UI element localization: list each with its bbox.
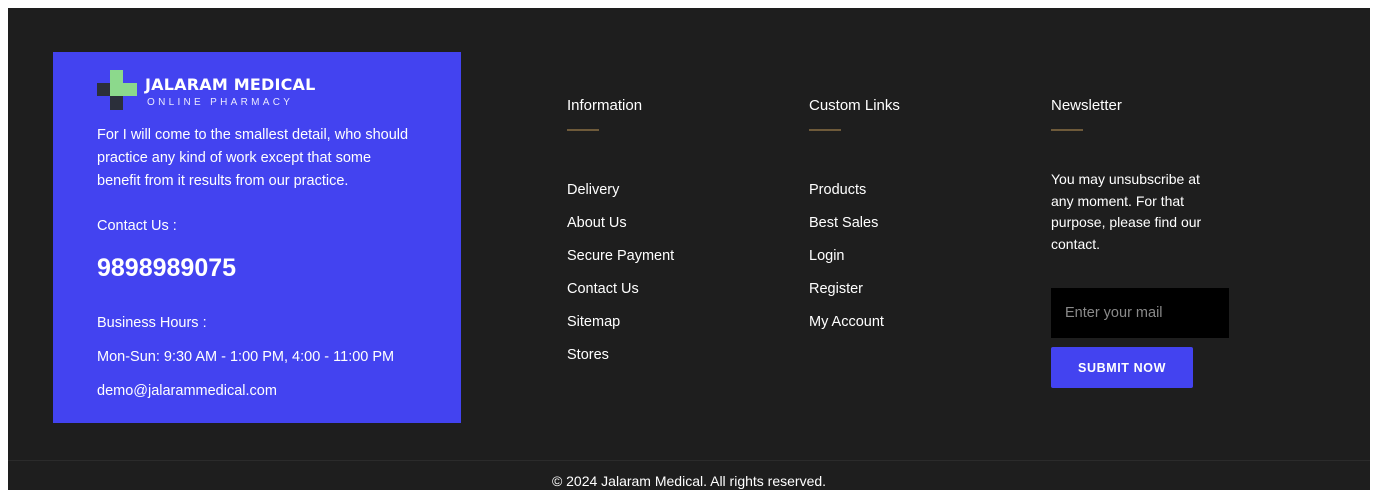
custom-links-heading: Custom Links [809, 97, 900, 114]
footer-link-products[interactable]: Products [809, 174, 900, 207]
footer-link-best-sales[interactable]: Best Sales [809, 207, 900, 240]
heading-divider [567, 129, 599, 131]
brand-info-box: JALARAM MEDICAL ONLINE PHARMACY For I wi… [53, 52, 461, 423]
information-column: Information Delivery About Us Secure Pay… [567, 96, 674, 372]
custom-links: Products Best Sales Login Register My Ac… [809, 174, 900, 339]
email-link[interactable]: demo@jalarammedical.com [97, 383, 277, 399]
footer-link-my-account[interactable]: My Account [809, 306, 900, 339]
medical-cross-icon [97, 70, 137, 110]
newsletter-heading: Newsletter [1051, 97, 1122, 114]
brand-title: JALARAM MEDICAL [145, 75, 316, 94]
information-heading: Information [567, 97, 643, 114]
information-links: Delivery About Us Secure Payment Contact… [567, 174, 674, 372]
heading-divider [809, 129, 841, 131]
contact-label: Contact Us : [97, 218, 177, 234]
submit-now-button[interactable]: SUBMIT NOW [1051, 347, 1193, 388]
footer-link-contact-us[interactable]: Contact Us [567, 273, 674, 306]
business-hours: Mon-Sun: 9:30 AM - 1:00 PM, 4:00 - 11:00… [97, 349, 395, 365]
newsletter-description: You may unsubscribe at any moment. For t… [1051, 171, 1202, 252]
business-hours-label: Business Hours : [97, 315, 207, 331]
copyright-text: © 2024 Jalaram Medical. All rights reser… [551, 473, 827, 489]
custom-links-column: Custom Links Products Best Sales Login R… [809, 96, 900, 339]
newsletter-email-input[interactable] [1051, 288, 1229, 338]
newsletter-column: Newsletter You may unsubscribe at any mo… [1051, 96, 1229, 388]
logo[interactable]: JALARAM MEDICAL ONLINE PHARMACY [97, 70, 327, 112]
footer-link-stores[interactable]: Stores [567, 339, 674, 372]
heading-divider [1051, 129, 1083, 131]
site-footer: JALARAM MEDICAL ONLINE PHARMACY For I wi… [8, 8, 1370, 490]
footer-link-register[interactable]: Register [809, 273, 900, 306]
brand-subtitle: ONLINE PHARMACY [147, 97, 294, 108]
footer-link-secure-payment[interactable]: Secure Payment [567, 240, 674, 273]
about-text: For I will come to the smallest detail, … [97, 127, 409, 189]
footer-link-delivery[interactable]: Delivery [567, 174, 674, 207]
footer-link-sitemap[interactable]: Sitemap [567, 306, 674, 339]
footer-link-about-us[interactable]: About Us [567, 207, 674, 240]
footer-divider [8, 460, 1370, 461]
phone-number[interactable]: 9898989075 [97, 254, 236, 283]
footer-link-login[interactable]: Login [809, 240, 900, 273]
